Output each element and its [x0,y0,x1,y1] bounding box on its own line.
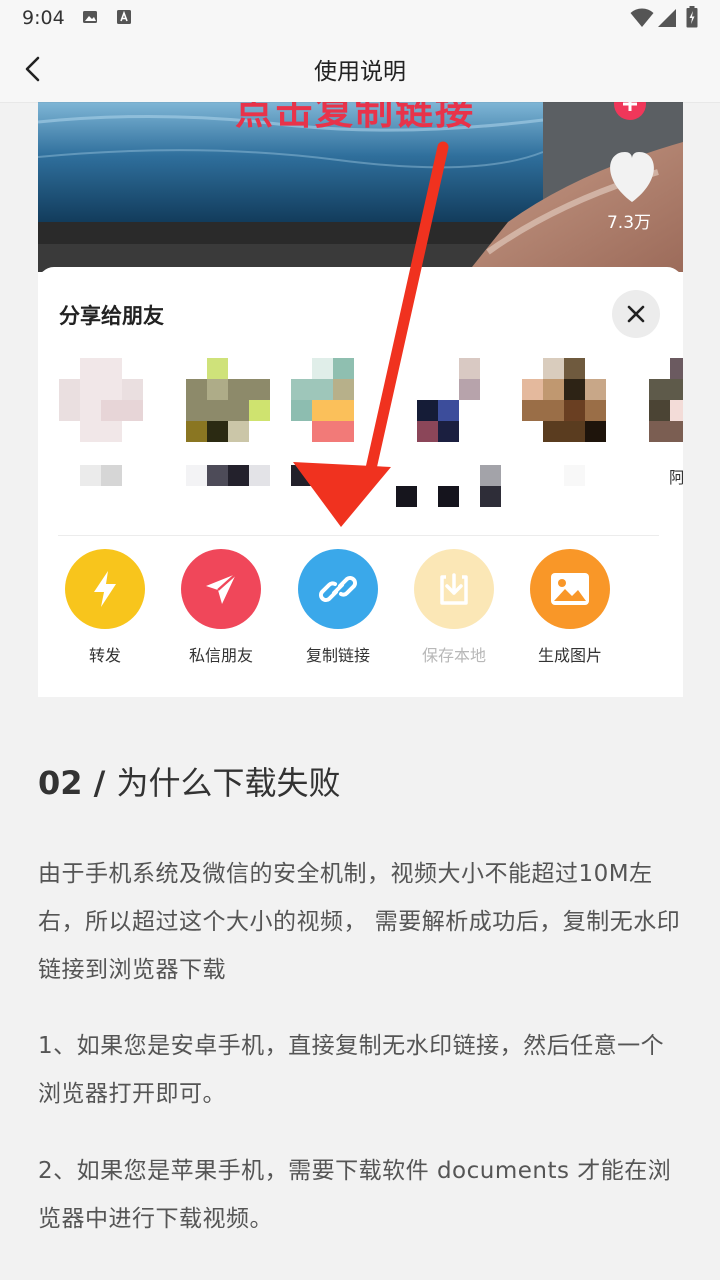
share-sheet: 分享给朋友 阿 转发 私信朋友 复制链接 保存本地 生成图片 [38,267,683,697]
like-count: 7.3万 [606,213,652,233]
download-icon [440,573,468,605]
section-number: 02 [38,764,83,802]
forward-button [65,549,145,629]
share-sheet-title: 分享给朋友 [59,304,164,328]
action-generate-image: 生成图片 [520,549,620,666]
paper-plane-icon [206,573,237,604]
contact-name: 阿 [669,468,683,487]
contact-avatar [522,358,606,442]
picture-icon [551,573,589,605]
contact-avatar [291,358,375,442]
status-bar: 9:04 [0,0,720,36]
contact-name [80,465,122,486]
close-button [612,290,660,338]
copy-link-button [298,549,378,629]
private-message-button [181,549,261,629]
section-title: 为什么下载失败 [116,764,341,802]
close-icon [627,305,645,323]
link-icon [319,576,357,602]
paragraph-1: 由于手机系统及微信的安全机制，视频大小不能超过10M左右，所以超过这个大小的视频… [38,861,681,983]
action-save-local: 保存本地 [404,549,504,666]
contact-name [396,465,501,507]
action-copy-link: 复制链接 [288,549,388,666]
app-header: 使用说明 [0,36,720,102]
paragraph-3: 2、如果您是苹果手机，需要下载软件 documents 才能在浏览器中进行下载视… [38,1158,672,1232]
save-local-button [414,549,494,629]
image-notification-icon [83,11,97,23]
signal-icon [658,9,676,27]
contact-avatar [417,358,501,442]
section-heading: 02 / 为什么下载失败 [38,758,341,804]
contact-name [564,465,585,486]
video-frame: 点击复制链接 7.3万 [38,102,683,272]
lightning-icon [94,571,116,607]
contact-avatar [649,358,683,442]
tutorial-screenshot: 点击复制链接 7.3万 分享给朋友 阿 转发 私信朋友 复制链接 保存本地 生成… [38,102,683,697]
contact-name [186,465,270,486]
action-forward: 转发 [55,549,155,666]
generate-image-button [530,549,610,629]
contact-name [291,465,312,486]
wifi-icon [630,8,654,27]
battery-icon [686,6,698,28]
overlay-caption: 点击复制链接 [235,102,476,133]
section-separator: / [82,764,117,802]
paragraph-2: 1、如果您是安卓手机，直接复制无水印链接，然后任意一个浏览器打开即可。 [38,1033,665,1107]
contact-avatar [186,358,270,442]
action-private-message: 私信朋友 [171,549,271,666]
contact-avatar [59,358,143,442]
status-time: 9:04 [22,7,65,29]
text-notification-icon [117,10,131,24]
page-title: 使用说明 [314,59,406,85]
divider [58,535,659,536]
